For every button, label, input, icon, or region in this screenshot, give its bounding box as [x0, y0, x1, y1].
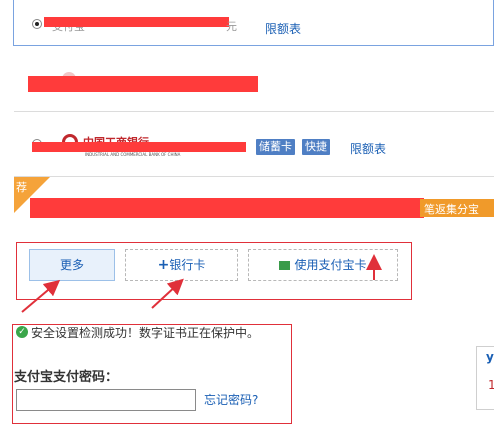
password-input[interactable]	[16, 389, 196, 411]
bank-card-button[interactable]: +银行卡	[125, 249, 238, 281]
payment-radio-1[interactable]	[32, 19, 42, 29]
divider-2	[14, 176, 494, 177]
row3-limit-link[interactable]: 限额表	[350, 140, 386, 157]
side-top-char: y	[486, 350, 494, 364]
row1-partial-end: 元	[226, 20, 237, 33]
side-bottom-char: 1	[488, 378, 494, 392]
more-button-label: 更多	[59, 258, 84, 272]
alipay-card-label: 使用支付宝卡	[294, 258, 367, 272]
row3-bank-subtitle: INDUSTRIAL AND COMMERCIAL BANK OF CHINA	[85, 152, 181, 157]
row1-limit-link[interactable]: 限额表	[265, 20, 301, 37]
security-status-text: 安全设置检测成功！数字证书正在保护中。	[31, 326, 260, 340]
more-button[interactable]: 更多	[29, 249, 115, 281]
recommend-badge-label: 荐	[16, 181, 27, 194]
bank-card-label: 银行卡	[169, 258, 206, 272]
tag-debit-card: 储蓄卡	[256, 139, 295, 155]
check-icon: ✓	[16, 326, 28, 338]
password-label: 支付宝支付密码：	[14, 370, 119, 385]
forgot-password-link[interactable]: 忘记密码?	[204, 391, 258, 408]
promo-text: 笔返集分宝	[424, 203, 479, 216]
alipay-card-button[interactable]: 使用支付宝卡	[248, 249, 398, 281]
alipay-card-icon	[279, 261, 291, 270]
redaction-row4	[30, 198, 424, 218]
redaction-row2	[28, 76, 258, 92]
divider-1	[14, 111, 494, 112]
plus-icon: +	[157, 257, 170, 273]
redaction-row1	[44, 17, 229, 27]
redaction-row3	[32, 142, 246, 152]
tag-express-pay: 快捷	[302, 139, 330, 155]
